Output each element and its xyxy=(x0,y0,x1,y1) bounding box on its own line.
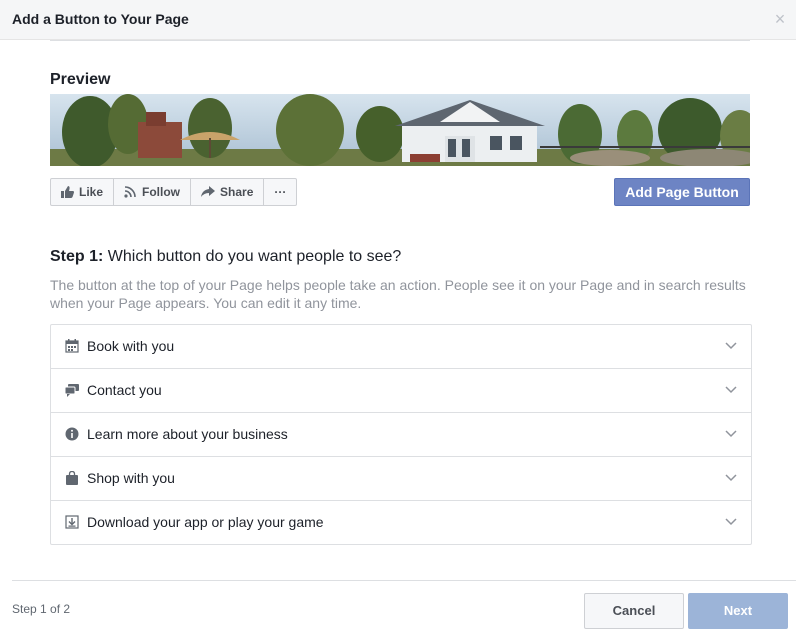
button-options-list: Book with you Contact you Learn more abo… xyxy=(50,324,752,545)
next-button[interactable]: Next xyxy=(688,593,788,629)
share-arrow-icon xyxy=(201,186,216,197)
cancel-button[interactable]: Cancel xyxy=(584,593,684,629)
option-label: Learn more about your business xyxy=(87,426,288,442)
thumbs-up-icon xyxy=(61,186,74,198)
close-icon[interactable]: × xyxy=(772,9,788,29)
step-description: The button at the top of your Page helps… xyxy=(50,277,746,311)
footer-divider xyxy=(12,580,796,581)
option-book[interactable]: Book with you xyxy=(51,325,751,369)
shopping-bag-icon xyxy=(66,471,78,485)
option-contact[interactable]: Contact you xyxy=(51,369,751,413)
dialog-header: Add a Button to Your Page × xyxy=(0,0,796,40)
option-shop[interactable]: Shop with you xyxy=(51,457,751,501)
option-label: Download your app or play your game xyxy=(87,514,324,530)
step-heading: Step 1: Which button do you want people … xyxy=(50,248,401,266)
option-label: Contact you xyxy=(87,382,162,398)
follow-label: Follow xyxy=(142,185,181,199)
step-counter: Step 1 of 2 xyxy=(12,602,71,616)
chevron-down-icon xyxy=(725,386,737,394)
share-button[interactable]: Share xyxy=(191,179,265,205)
preview-heading: Preview xyxy=(50,71,111,88)
add-page-button[interactable]: Add Page Button xyxy=(614,178,750,206)
like-label: Like xyxy=(79,185,104,199)
calendar-icon xyxy=(65,339,79,353)
step-prefix: Step 1: xyxy=(50,248,104,265)
option-label: Book with you xyxy=(87,338,175,354)
more-button[interactable]: ··· xyxy=(264,179,296,205)
divider xyxy=(50,40,750,41)
chevron-down-icon xyxy=(725,474,737,482)
cover-photo xyxy=(50,94,750,166)
follow-button[interactable]: Follow xyxy=(114,179,192,205)
page-action-bar: Like Follow Share ··· xyxy=(50,178,298,206)
more-icon: ··· xyxy=(274,185,287,199)
download-icon xyxy=(65,515,79,529)
option-label: Shop with you xyxy=(87,470,175,486)
chat-icon xyxy=(65,384,79,397)
info-icon xyxy=(65,427,79,441)
chevron-down-icon xyxy=(725,342,737,350)
rss-icon xyxy=(124,186,136,198)
like-button[interactable]: Like xyxy=(51,179,115,205)
step-question: Which button do you want people to see? xyxy=(103,248,402,265)
chevron-down-icon xyxy=(725,518,737,526)
chevron-down-icon xyxy=(725,430,737,438)
option-learn-more[interactable]: Learn more about your business xyxy=(51,413,751,457)
dialog-title: Add a Button to Your Page xyxy=(12,11,189,27)
option-download[interactable]: Download your app or play your game xyxy=(51,501,751,544)
share-label: Share xyxy=(220,185,254,199)
